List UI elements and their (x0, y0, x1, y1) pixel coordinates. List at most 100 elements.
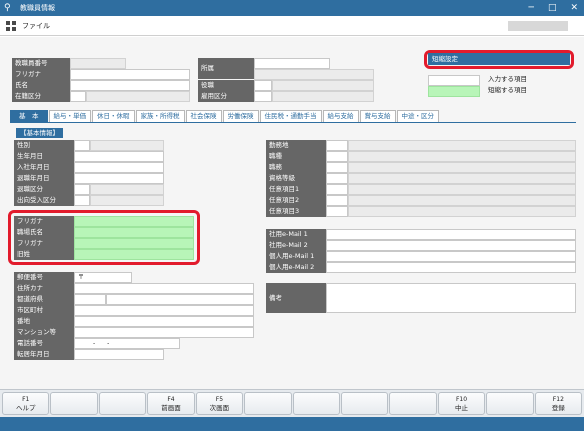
affiliation-code-field[interactable] (254, 58, 330, 69)
legend-short-label: 短縮する項目 (488, 86, 527, 94)
label-optional-2: 任意項目2 (266, 195, 326, 206)
f2-button[interactable] (50, 392, 98, 415)
tab-labor-insurance[interactable]: 労働保険 (222, 110, 259, 122)
hire-date-field[interactable] (74, 162, 164, 173)
work-email-2-field[interactable] (326, 240, 576, 251)
name-field[interactable] (70, 80, 190, 91)
label-move-date: 転居年月日 (14, 349, 74, 360)
remarks-field[interactable] (326, 283, 576, 313)
optional-1-code-field[interactable] (326, 184, 348, 195)
f12-register-button[interactable]: F12 登録 (534, 392, 583, 415)
personal-email-2-field[interactable] (326, 262, 576, 273)
tab-salary-rate[interactable]: 給与・単価 (48, 110, 91, 122)
optional-2-code-field[interactable] (326, 195, 348, 206)
label-workplace: 勤務地 (266, 140, 326, 151)
gender-code-field[interactable] (74, 140, 90, 151)
label-name: 氏名 (12, 80, 70, 91)
label-remarks: 備考 (266, 283, 326, 313)
address-kana-field[interactable] (74, 283, 254, 294)
f8-button[interactable] (340, 392, 389, 415)
personal-email-1-field[interactable] (326, 251, 576, 262)
f10-cancel-button[interactable]: F10 中止 (437, 392, 486, 415)
retire-type-name-field (90, 184, 164, 195)
maiden-name-field[interactable] (74, 249, 194, 260)
prefecture-code-field[interactable] (74, 294, 106, 305)
label-optional-3: 任意項目3 (266, 206, 326, 217)
f7-button[interactable] (292, 392, 340, 415)
tab-bonus-payment[interactable]: 賞与支給 (359, 110, 396, 122)
label-city: 市区町村 (14, 305, 74, 316)
f3-button[interactable] (98, 392, 147, 415)
employee-no-field[interactable] (70, 58, 126, 69)
kana-2-field[interactable] (74, 238, 194, 249)
status-bar (0, 417, 584, 431)
duties-name-field (348, 162, 576, 173)
tab-basic[interactable]: 基 本 (10, 110, 48, 122)
tab-social-insurance[interactable]: 社会保険 (185, 110, 222, 122)
building-field[interactable] (74, 327, 254, 338)
label-optional-1: 任意項目1 (266, 184, 326, 195)
workplace-code-field[interactable] (326, 140, 348, 151)
affiliation-name-field (254, 69, 374, 80)
label-furigana: フリガナ (12, 69, 70, 80)
f9-button[interactable] (389, 392, 437, 415)
minimize-button[interactable]: ─ (529, 0, 534, 16)
grade-code-field[interactable] (326, 173, 348, 184)
work-name-field[interactable] (74, 227, 194, 238)
user-name-redacted (508, 21, 568, 31)
label-kana-1: フリガナ (14, 216, 74, 227)
birth-date-field[interactable] (74, 151, 164, 162)
shortcut-settings-button[interactable]: 短縮設定 (428, 53, 570, 65)
job-type-code-field[interactable] (326, 151, 348, 162)
postal-code-field[interactable]: 〒 (74, 272, 132, 283)
gender-name-field (90, 140, 164, 151)
tab-resident-tax[interactable]: 住民税・通勤手当 (259, 110, 322, 122)
close-button[interactable]: ✕ (570, 0, 578, 16)
retire-type-code-field[interactable] (74, 184, 90, 195)
label-job-type: 職種 (266, 151, 326, 162)
prefecture-name-field[interactable] (106, 294, 254, 305)
enrollment-name-field (86, 91, 190, 102)
employment-type-code-field[interactable] (254, 91, 272, 102)
enrollment-code-field[interactable] (70, 91, 86, 102)
city-field[interactable] (74, 305, 254, 316)
label-secondment: 出向受入区分 (14, 195, 74, 206)
position-name-field (272, 80, 374, 91)
f5-next-screen-button[interactable]: F5 次画面 (195, 392, 244, 415)
label-employee-no: 教職員番号 (12, 58, 70, 69)
tab-bar: 基 本 給与・単価 休日・休暇 家族・所得税 社会保険 労働保険 住民税・通勤手… (10, 110, 576, 123)
tab-holiday-leave[interactable]: 休日・休暇 (92, 110, 135, 122)
furigana-field[interactable] (70, 69, 190, 80)
tab-salary-payment[interactable]: 給与支給 (322, 110, 359, 122)
label-work-email-1: 社用e-Mail 1 (266, 229, 326, 240)
position-code-field[interactable] (254, 80, 272, 91)
retire-date-field[interactable] (74, 173, 164, 184)
move-date-field[interactable] (74, 349, 164, 360)
duties-code-field[interactable] (326, 162, 348, 173)
workplace-name-field (348, 140, 576, 151)
f1-help-button[interactable]: F1 ヘルプ (2, 392, 50, 415)
optional-2-name-field (348, 195, 576, 206)
optional-3-code-field[interactable] (326, 206, 348, 217)
phone-field[interactable]: - - (74, 338, 180, 349)
secondment-code-field[interactable] (74, 195, 90, 206)
f6-button[interactable] (244, 392, 292, 415)
f11-button[interactable] (486, 392, 534, 415)
f4-prev-screen-button[interactable]: F4 前画面 (147, 392, 195, 415)
label-grade: 資格等級 (266, 173, 326, 184)
kana-1-field[interactable] (74, 216, 194, 227)
label-building: マンション等 (14, 327, 74, 338)
optional-1-name-field (348, 184, 576, 195)
title-bar: ⚲ 教職員情報 ─ □ ✕ (0, 0, 584, 16)
label-affiliation: 所属 (198, 58, 254, 79)
maximize-button[interactable]: □ (548, 0, 557, 16)
employment-type-name-field (272, 91, 374, 102)
work-email-1-field[interactable] (326, 229, 576, 240)
phone-separators: - - (93, 340, 110, 347)
tab-midterm-category[interactable]: 中途・区分 (396, 110, 439, 122)
app-grid-icon[interactable] (6, 20, 16, 31)
label-hire-date: 入社年月日 (14, 162, 74, 173)
street-field[interactable] (74, 316, 254, 327)
menu-file[interactable]: ファイル (22, 21, 50, 31)
tab-family-tax[interactable]: 家族・所得税 (135, 110, 185, 122)
